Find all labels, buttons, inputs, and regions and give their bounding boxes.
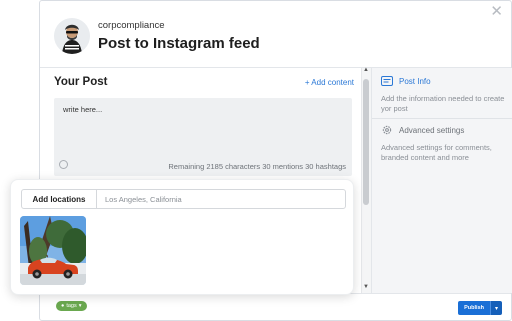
post-editor: Your Post + Add content write here... Re… <box>54 75 354 176</box>
caption-placeholder: write here... <box>63 105 103 114</box>
post-info-label: Post Info <box>399 76 431 86</box>
location-input[interactable] <box>97 190 345 208</box>
scrollbar-thumb[interactable] <box>363 79 369 205</box>
tag-users-button[interactable]: ● tags ▾ <box>56 301 87 311</box>
close-icon[interactable]: ✕ <box>490 4 503 19</box>
scroll-down-icon[interactable]: ▼ <box>361 284 371 290</box>
add-content-link[interactable]: + Add content <box>305 78 354 87</box>
post-image-thumbnail[interactable] <box>20 216 86 285</box>
page-title: Post to Instagram feed <box>98 35 260 52</box>
user-icon: ● <box>61 303 65 309</box>
account-name: corpcompliance <box>98 20 165 31</box>
scroll-up-icon[interactable]: ▲ <box>361 67 371 73</box>
settings-sidebar: Post Info Add the information needed to … <box>371 68 512 293</box>
chevron-down-icon: ▾ <box>78 303 82 309</box>
post-info-section[interactable]: Post Info Add the information needed to … <box>381 76 509 114</box>
modal-header: corpcompliance Post to Instagram feed <box>54 15 260 57</box>
advanced-settings-label: Advanced settings <box>399 125 465 135</box>
advanced-settings-section[interactable]: Advanced settings Advanced settings for … <box>381 125 509 163</box>
gear-icon <box>381 125 393 135</box>
location-row: Add locations <box>21 189 346 209</box>
caption-textarea[interactable]: write here... Remaining 2185 characters … <box>54 98 352 176</box>
publish-button[interactable]: Publish <box>458 301 490 315</box>
publish-dropdown-icon[interactable]: ▾ <box>490 301 502 315</box>
publish-button-group: Publish ▾ <box>458 301 502 315</box>
advanced-settings-description: Advanced settings for comments, branded … <box>381 143 492 162</box>
remaining-counter: Remaining 2185 characters 30 mentions 30… <box>168 162 346 171</box>
tag-label: tags <box>66 303 77 309</box>
avatar <box>54 18 90 54</box>
editor-heading: Your Post <box>54 76 108 88</box>
post-info-description: Add the information needed to create yor… <box>381 94 505 113</box>
post-info-icon <box>381 76 393 86</box>
page: ✕ corpcompliance Post to Instagram feed <box>0 0 512 321</box>
emoji-icon[interactable] <box>59 160 68 169</box>
add-locations-button[interactable]: Add locations <box>22 190 97 208</box>
sidebar-divider <box>372 118 512 119</box>
location-card: Add locations <box>10 179 354 295</box>
